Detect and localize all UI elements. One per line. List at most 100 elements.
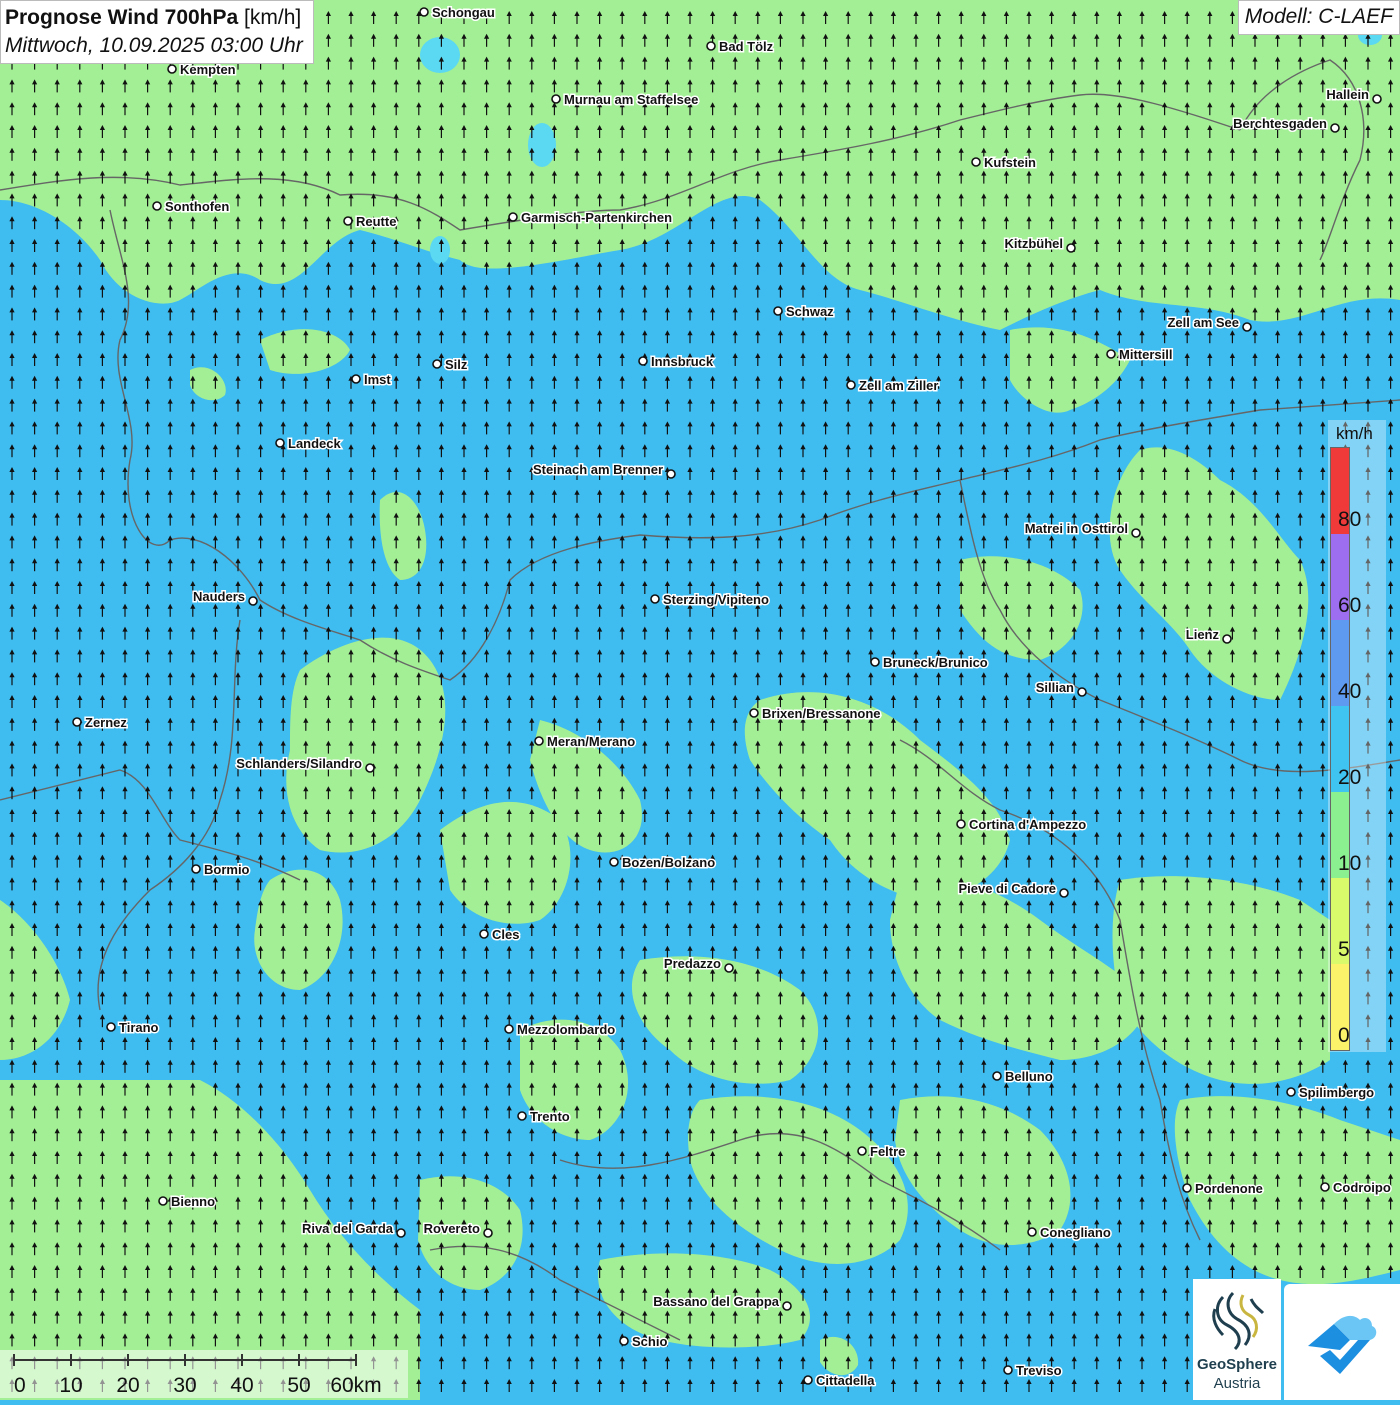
place-dot-icon xyxy=(956,819,966,829)
place-label: Hallein xyxy=(1326,87,1369,102)
place-dot-icon xyxy=(517,1111,527,1121)
place-dot-icon xyxy=(870,657,880,667)
place-dot-icon xyxy=(534,736,544,746)
place-label: Mittersill xyxy=(1119,347,1172,362)
place-label: Garmisch-Partenkirchen xyxy=(521,210,672,225)
place-label: Zell am See xyxy=(1167,315,1239,330)
place-marker[interactable]: Conegliano xyxy=(1027,1224,1112,1242)
place-dot-icon xyxy=(419,7,429,17)
place-dot-icon xyxy=(432,359,442,369)
place-label: Belluno xyxy=(1005,1069,1053,1084)
place-label: Imst xyxy=(364,372,391,387)
place-label: Pordenone xyxy=(1195,1181,1263,1196)
place-marker[interactable]: Sterzing/Vipiteno xyxy=(650,591,770,609)
place-marker[interactable]: Bruneck/Brunico xyxy=(870,654,989,672)
place-marker[interactable]: Pieve di Cadore xyxy=(957,880,1069,898)
place-marker[interactable]: Meran/Merano xyxy=(534,733,637,751)
place-marker[interactable]: Sonthofen xyxy=(152,198,231,216)
legend-label: 10 xyxy=(1338,852,1362,875)
scale-label: 50 xyxy=(287,1374,310,1397)
place-label: Bruneck/Brunico xyxy=(883,655,988,670)
place-dot-icon xyxy=(1286,1087,1296,1097)
place-marker[interactable]: Cortina d'Ampezzo xyxy=(956,816,1088,834)
place-dot-icon xyxy=(1106,349,1116,359)
place-marker[interactable]: Innsbruck xyxy=(638,353,715,371)
place-dot-icon xyxy=(483,1228,493,1238)
place-dot-icon xyxy=(248,596,258,606)
place-dot-icon xyxy=(396,1228,406,1238)
place-label: Mezzolombardo xyxy=(517,1022,615,1037)
place-label: Matrei in Osttirol xyxy=(1025,521,1128,536)
place-dot-icon xyxy=(1372,94,1382,104)
place-label: Brixen/Bressanone xyxy=(762,706,881,721)
place-label: Riva del Garda xyxy=(302,1221,394,1236)
lake xyxy=(430,236,450,264)
place-dot-icon xyxy=(992,1071,1002,1081)
place-dot-icon xyxy=(1027,1227,1037,1237)
place-marker[interactable]: Bassano del Grappa xyxy=(652,1293,792,1311)
place-dot-icon xyxy=(351,374,361,384)
cloud-check-icon xyxy=(1308,1315,1377,1374)
place-label: Schlanders/Silandro xyxy=(236,756,362,771)
legend-label: 0 xyxy=(1338,1024,1350,1047)
place-label: Steinach am Brenner xyxy=(533,462,663,477)
place-marker[interactable]: Pordenone xyxy=(1182,1180,1264,1198)
scale-label: 30 xyxy=(173,1374,196,1397)
place-marker[interactable]: Murnau am Staffelsee xyxy=(551,91,700,109)
place-marker[interactable]: Brixen/Bressanone xyxy=(749,705,882,723)
place-dot-icon xyxy=(158,1196,168,1206)
place-dot-icon xyxy=(1003,1365,1013,1375)
place-dot-icon xyxy=(619,1336,629,1346)
place-marker[interactable]: Garmisch-Partenkirchen xyxy=(508,209,674,227)
logo-name: GeoSphere xyxy=(1196,1356,1278,1373)
place-label: Schwaz xyxy=(786,304,834,319)
place-label: Bad Tölz xyxy=(719,39,774,54)
place-marker[interactable]: Mezzolombardo xyxy=(504,1021,617,1039)
place-label: Bozen/Bolzano xyxy=(622,855,715,870)
model-label: Modell: C-LAEF xyxy=(1237,0,1400,35)
place-marker[interactable]: Riva del Garda xyxy=(300,1220,406,1238)
place-dot-icon xyxy=(749,708,759,718)
place-marker[interactable]: Bozen/Bolzano xyxy=(609,854,717,872)
place-label: Treviso xyxy=(1016,1363,1062,1378)
place-label: Kufstein xyxy=(984,155,1036,170)
place-dot-icon xyxy=(504,1024,514,1034)
place-label: Nauders xyxy=(193,589,245,604)
wind-map[interactable]: Schongau Bad Tölz Kempten Murnau am Staffel… xyxy=(0,0,1400,1400)
place-marker[interactable]: Spilimbergo xyxy=(1286,1084,1376,1102)
map-title-unit: [km/h] xyxy=(238,6,302,29)
place-dot-icon xyxy=(1066,243,1076,253)
place-marker[interactable]: Matrei in Osttirol xyxy=(1023,520,1141,538)
place-dot-icon xyxy=(1222,634,1232,644)
place-dot-icon xyxy=(508,212,518,222)
place-dot-icon xyxy=(1242,322,1252,332)
place-dot-icon xyxy=(1131,528,1141,538)
place-dot-icon xyxy=(191,864,201,874)
weather-app-logo[interactable] xyxy=(1284,1284,1400,1400)
scale-label: 20 xyxy=(116,1374,139,1397)
place-marker[interactable]: Schongau xyxy=(419,4,496,22)
place-dot-icon xyxy=(971,157,981,167)
lake xyxy=(420,37,460,73)
place-dot-icon xyxy=(773,306,783,316)
place-dot-icon xyxy=(1059,888,1069,898)
place-marker[interactable]: Steinach am Brenner xyxy=(531,461,676,479)
map-title-box: Prognose Wind 700hPa [km/h] Mittwoch, 10… xyxy=(0,0,314,64)
place-dot-icon xyxy=(1182,1183,1192,1193)
place-label: Spilimbergo xyxy=(1299,1085,1374,1100)
place-dot-icon xyxy=(365,763,375,773)
place-marker[interactable]: Zell am Ziller xyxy=(846,377,940,395)
place-label: Cortina d'Ampezzo xyxy=(969,817,1086,832)
place-dot-icon xyxy=(551,94,561,104)
place-dot-icon xyxy=(72,717,82,727)
place-marker[interactable]: Schlanders/Silandro xyxy=(235,755,375,773)
color-legend: km/h 80 60 40 20 10 5 0 xyxy=(1328,420,1386,1052)
place-label: Zell am Ziller xyxy=(859,378,938,393)
place-label: Schongau xyxy=(432,5,495,20)
place-label: Bienno xyxy=(171,1194,215,1209)
place-marker[interactable]: Zell am See xyxy=(1166,314,1252,332)
place-dot-icon xyxy=(782,1301,792,1311)
place-dot-icon xyxy=(106,1022,116,1032)
place-marker[interactable]: Berchtesgaden xyxy=(1232,115,1340,133)
place-dot-icon xyxy=(638,356,648,366)
